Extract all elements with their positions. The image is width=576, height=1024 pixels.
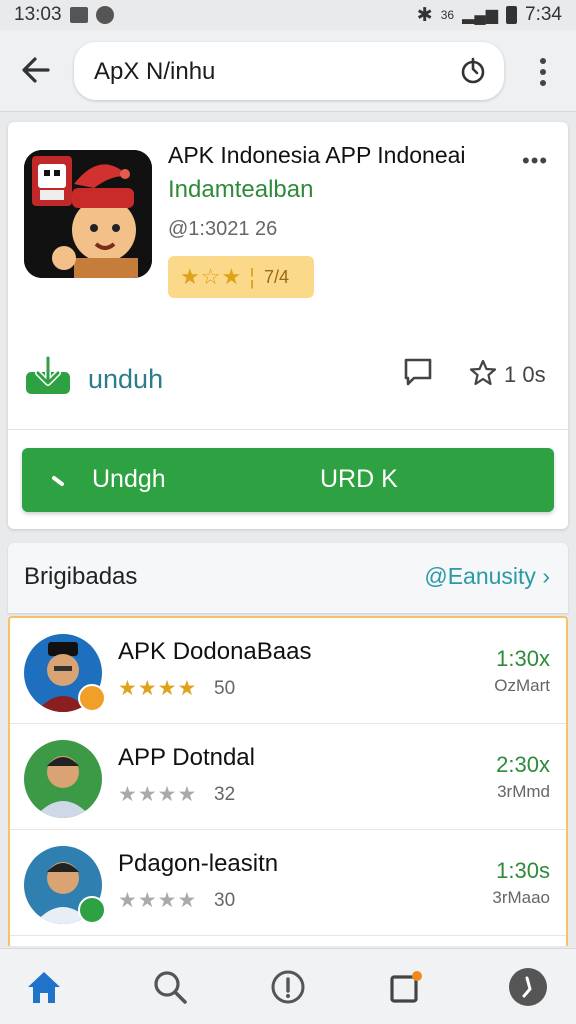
list-item-sub: 3rMmd [497, 782, 550, 801]
app-notification-icon [95, 6, 114, 24]
notifications-icon[interactable] [386, 967, 426, 1007]
list-item-sub: OzMart [494, 676, 550, 695]
rating-stars-icon: ★★★★ [118, 677, 198, 700]
rating-value: 7/4 [264, 266, 290, 287]
install-button-label: Undgh [92, 465, 166, 493]
favorite-star-icon[interactable] [468, 358, 498, 388]
action-row: unduh 1 0s [8, 342, 568, 430]
section-header: Brigibadas @Eanusity › [8, 543, 568, 613]
rating-count: 30 [214, 890, 236, 911]
list-item-name: APK DodonaBaas [118, 638, 312, 665]
notification-icon [69, 7, 88, 23]
section-link-label: @Eanusity [424, 563, 536, 589]
developer-name[interactable]: Indamtealban [168, 176, 313, 204]
check-badge-icon [78, 896, 106, 924]
bluetooth-icon: ✱ [416, 4, 433, 26]
section-title: Brigibadas [24, 563, 138, 590]
list-item-sub: 3rMaao [492, 888, 550, 907]
app-more-icon[interactable]: ••• [522, 148, 548, 174]
info-icon[interactable] [268, 967, 308, 1007]
signal-icon: ▂▄▆ [462, 7, 499, 24]
pencil-icon [52, 476, 64, 486]
list-item[interactable]: Pdagon-leasitn ★★★★ 30 1:30s 3rMaao [10, 830, 566, 936]
list-item-size: 1:30x [496, 646, 550, 671]
app-title: APK Indonesia APP Indoneai [168, 142, 466, 168]
status-time: 13:03 [14, 4, 62, 25]
profile-icon[interactable] [508, 967, 548, 1007]
download-icon[interactable] [24, 356, 72, 396]
comment-icon[interactable] [402, 356, 434, 388]
rating-stars-icon: ★☆★ ¦ [180, 264, 256, 289]
install-button[interactable]: Undgh URD K [22, 448, 554, 512]
list-item-name: Pdagon-leasitn [118, 850, 279, 877]
app-list: APK DodonaBaas ★★★★ 50 1:30x OzMart APP … [8, 616, 568, 946]
rating-count: 50 [214, 678, 236, 699]
status-bar: 13:03 ✱ 36 ▂▄▆ 7:34 [0, 0, 576, 30]
search-icon[interactable] [150, 967, 190, 1007]
home-icon[interactable] [24, 967, 64, 1007]
voice-search-icon[interactable] [458, 56, 488, 86]
rating-stars-icon: ★★★★ [118, 783, 198, 806]
avatar [24, 740, 102, 818]
more-options-icon[interactable] [528, 54, 558, 90]
section-see-all-link[interactable]: @Eanusity › [424, 563, 550, 590]
list-item-name: APP Dotndal [118, 744, 255, 771]
list-item-size: 2:30x [496, 752, 550, 777]
signal-label: 36 [440, 8, 455, 22]
list-item[interactable]: APP Dotndal ★★★★ 32 2:30x 3rMmd [10, 724, 566, 830]
app-detail-card: APK Indonesia APP Indoneai ••• Indamteal… [8, 122, 568, 529]
bottom-nav [0, 948, 576, 1024]
back-arrow-icon[interactable] [18, 52, 54, 88]
battery-icon [506, 6, 518, 24]
top-bar: ApX N/inhu [0, 30, 576, 112]
app-icon[interactable] [24, 150, 152, 278]
search-query: ApX N/inhu [94, 58, 216, 85]
rating-count: 32 [214, 784, 236, 805]
list-item[interactable]: APK DodonaBaas ★★★★ 50 1:30x OzMart [10, 618, 566, 724]
download-link[interactable]: unduh [88, 364, 163, 395]
chevron-right-icon: › [542, 563, 550, 589]
favorite-count: 1 0s [504, 362, 546, 387]
search-input[interactable]: ApX N/inhu [74, 42, 504, 100]
list-item-size: 1:30s [496, 858, 550, 883]
app-meta: @1:3021 26 [168, 218, 278, 240]
install-button-size: URD K [320, 465, 398, 493]
rating-badge: ★☆★ ¦ 7/4 [168, 256, 314, 298]
rating-stars-icon: ★★★★ [118, 889, 198, 912]
verified-badge-icon [78, 684, 106, 712]
status-clock: 7:34 [525, 4, 562, 25]
